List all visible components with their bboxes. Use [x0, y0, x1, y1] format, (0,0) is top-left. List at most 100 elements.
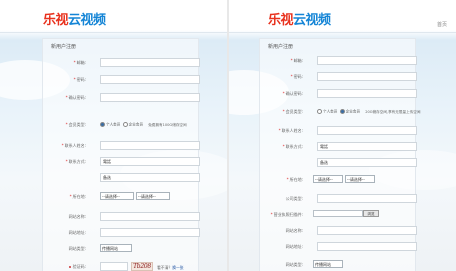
- password-row: *密码:: [43, 74, 200, 86]
- required-star: *: [73, 60, 76, 65]
- member-hint: 免费拥有100G储存空间: [148, 122, 187, 127]
- member-type-label: 会员类型:: [68, 122, 86, 127]
- confirm-password-label: 确认密码:: [285, 91, 303, 96]
- registration-form: 新用户注册 *邮箱: *密码: *确认密码: *会员类型: 个人会员 企业会员 …: [259, 38, 420, 271]
- website-type-row: 网站类型: 传播网站: [260, 259, 415, 271]
- company-type-row: 公司类型:: [260, 193, 417, 205]
- home-link[interactable]: 首页: [437, 21, 447, 28]
- personal-member-radio[interactable]: [100, 122, 105, 127]
- logo-text-blue: 云视频: [68, 13, 106, 28]
- company-member-radio[interactable]: [122, 122, 128, 127]
- member-type-row: *会员类型: 个人会员 企业会员 免费拥有100G储存空间: [43, 119, 198, 131]
- website-url-row: 网站地址:: [260, 241, 417, 253]
- city-select[interactable]: --请选择--: [345, 175, 375, 183]
- company-member-label: 企业会员: [345, 109, 361, 114]
- contact-method-label: 联系方式:: [68, 159, 86, 164]
- member-type-label: 会员类型:: [285, 109, 303, 114]
- website-url-label: 网站地址:: [68, 230, 86, 235]
- website-name-row: 网站名称:: [43, 211, 200, 223]
- mobile-input[interactable]: 電話: [100, 157, 200, 166]
- email-input[interactable]: [317, 56, 417, 65]
- province-select[interactable]: --请选择--: [100, 192, 134, 200]
- website-type-select[interactable]: 传播网站: [313, 260, 343, 268]
- registration-form: 新用户注册 *邮箱: *密码: *确认密码: *会员类型: 个人会员 企业会员 …: [42, 38, 200, 271]
- required-star: *: [282, 144, 285, 149]
- captcha-input[interactable]: [100, 262, 128, 271]
- confirm-password-row: *确认密码:: [260, 88, 417, 100]
- website-name-label: 网站名称:: [68, 214, 86, 219]
- required-star: *: [282, 91, 285, 96]
- header-divider: [0, 32, 227, 33]
- landline-input[interactable]: 备选: [317, 158, 417, 167]
- required-star: *: [290, 74, 293, 79]
- password-row: *密码:: [260, 71, 417, 83]
- confirm-password-input[interactable]: [317, 89, 417, 98]
- password-input[interactable]: [317, 72, 417, 81]
- form-title: 新用户注册: [51, 44, 77, 50]
- contact-name-input[interactable]: [100, 141, 200, 150]
- contact-method-alt-row: 备选: [260, 157, 417, 169]
- email-input[interactable]: [100, 58, 200, 67]
- required-star: *: [290, 58, 293, 63]
- required-dot: [68, 266, 71, 268]
- website-type-select[interactable]: 传播网站: [100, 244, 132, 252]
- form-title: 新用户注册: [268, 44, 294, 50]
- website-name-input[interactable]: [100, 212, 200, 221]
- password-input[interactable]: [100, 75, 200, 84]
- personal-member-label: 个人会员: [106, 122, 121, 127]
- personal-member-radio[interactable]: [317, 109, 322, 114]
- password-label: 密码:: [76, 77, 86, 82]
- header-divider: [229, 32, 456, 33]
- email-row: *邮箱:: [43, 57, 200, 69]
- region-row: *所在地: --请选择-- --请选择--: [43, 191, 198, 203]
- mobile-input[interactable]: 電話: [317, 142, 417, 151]
- required-star: *: [65, 95, 68, 100]
- business-license-label: 营业执照扫描件:: [273, 212, 303, 217]
- contact-name-row: *联系人姓名:: [43, 140, 200, 152]
- website-url-input[interactable]: [100, 228, 200, 237]
- leshi-logo: 乐视云视频: [43, 9, 106, 28]
- website-type-row: 网站类型: 传播网站: [43, 243, 198, 255]
- landline-input[interactable]: 备选: [100, 173, 200, 182]
- required-star: *: [61, 143, 64, 148]
- contact-name-input[interactable]: [317, 126, 417, 135]
- region-row: *所在地: --请选择-- --请选择--: [260, 174, 415, 186]
- contact-name-label: 联系人姓名:: [64, 143, 86, 148]
- business-license-file-input[interactable]: [313, 210, 363, 217]
- logo-text-blue: 云视频: [293, 13, 331, 28]
- website-type-label: 网站类型:: [285, 262, 303, 267]
- website-type-label: 网站类型:: [68, 246, 86, 251]
- required-star: *: [278, 128, 281, 133]
- required-star: *: [65, 122, 68, 127]
- contact-method-row: *联系方式: 電話: [260, 141, 417, 153]
- website-name-label: 网站名称:: [285, 228, 303, 233]
- confirm-password-input[interactable]: [100, 93, 200, 102]
- website-name-input[interactable]: [317, 226, 417, 235]
- contact-method-alt-row: 备选: [43, 172, 200, 184]
- required-star: *: [65, 159, 68, 164]
- province-select[interactable]: --请选择--: [313, 175, 343, 183]
- website-url-input[interactable]: [317, 242, 417, 251]
- captcha-refresh-link[interactable]: 换一张: [172, 265, 183, 270]
- captcha-row: 验证码: Tb208 看不清？换一张: [43, 261, 198, 271]
- browse-button[interactable]: 浏览: [363, 210, 379, 217]
- password-label: 密码:: [293, 74, 303, 79]
- website-url-label: 网站地址:: [285, 244, 303, 249]
- confirm-password-row: *确认密码:: [43, 92, 200, 104]
- contact-method-row: *联系方式: 電話: [43, 156, 200, 168]
- member-hint: 20G储存空间,享有无限量上传空间: [365, 109, 421, 114]
- company-type-input[interactable]: [317, 194, 417, 203]
- left-registration-panel: 乐视云视频 新用户注册 *邮箱: *密码: *确认密码: *会员类型: 个人会员…: [0, 0, 227, 271]
- company-member-label: 企业会员: [128, 122, 144, 127]
- required-star: *: [73, 77, 76, 82]
- required-star: *: [270, 212, 273, 217]
- leshi-logo: 乐视云视频: [268, 9, 331, 28]
- company-type-label: 公司类型:: [285, 196, 303, 201]
- logo-text-red: 乐视: [268, 13, 294, 28]
- company-member-radio[interactable]: [339, 109, 345, 114]
- personal-member-label: 个人会员: [323, 109, 338, 114]
- city-select[interactable]: --请选择--: [136, 192, 170, 200]
- business-license-row: *营业执照扫描件: 浏览: [260, 209, 415, 221]
- required-star: *: [282, 109, 285, 114]
- captcha-image: Tb208: [131, 262, 153, 271]
